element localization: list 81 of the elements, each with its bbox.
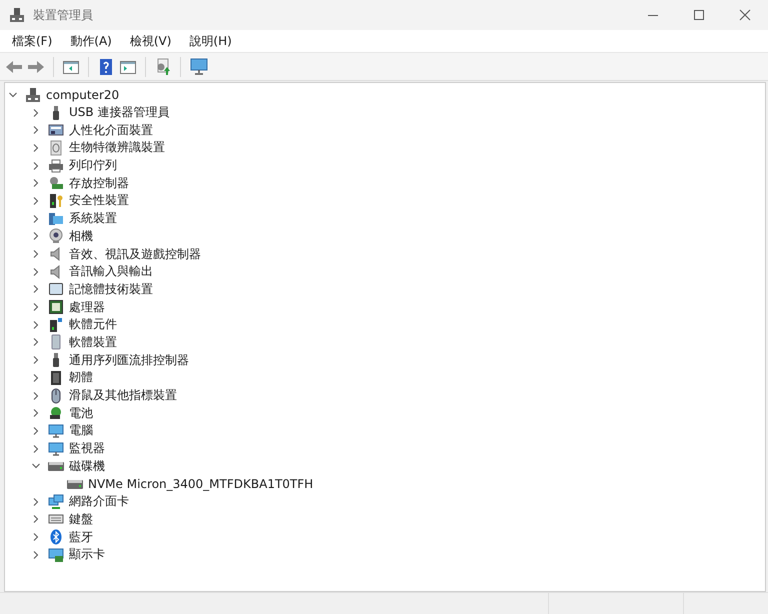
- tree-item[interactable]: 電腦: [68, 422, 94, 440]
- menu-item[interactable]: 動作(A): [62, 30, 120, 52]
- expand-chevron-icon[interactable]: [31, 426, 41, 436]
- expand-chevron-icon[interactable]: [31, 444, 41, 454]
- memory-card-icon: [48, 281, 64, 298]
- tree-item[interactable]: 系統裝置: [68, 210, 118, 228]
- expand-chevron-icon[interactable]: [31, 337, 41, 348]
- keyboard-mouse-icon: [48, 122, 64, 138]
- computer-icon: [25, 86, 41, 103]
- expand-chevron-icon[interactable]: [31, 214, 41, 224]
- computer-icon: [9, 7, 25, 23]
- maximize-icon: [693, 9, 705, 21]
- bluetooth-icon: [48, 529, 64, 546]
- help-icon: [97, 58, 115, 76]
- menu-item[interactable]: 說明(H): [181, 30, 240, 52]
- processor-icon: [48, 299, 64, 316]
- tree-item[interactable]: 人性化介面裝置: [68, 122, 154, 139]
- menu-item[interactable]: 檔案(F): [4, 30, 60, 52]
- expand-chevron-icon[interactable]: [31, 372, 41, 383]
- expand-chevron-icon[interactable]: [31, 178, 41, 188]
- monitor-icon: [48, 440, 64, 457]
- expand-chevron-icon[interactable]: [31, 249, 41, 260]
- expand-chevron-icon[interactable]: [31, 514, 41, 524]
- expand-chevron-icon[interactable]: [31, 284, 41, 294]
- tree-item[interactable]: 生物特徵辨識裝置: [68, 139, 166, 156]
- tree-item[interactable]: 記憶體技術裝置: [68, 280, 154, 298]
- tree-item[interactable]: 藍牙: [68, 528, 94, 546]
- tree-item[interactable]: 處理器: [68, 298, 106, 316]
- expand-chevron-icon[interactable]: [31, 196, 41, 206]
- tree-item[interactable]: 磁碟機: [68, 458, 106, 475]
- display-adapter-icon: [48, 546, 64, 563]
- tree-item[interactable]: NVMe Micron_3400_MTFDKBA1T0TFH: [87, 476, 314, 491]
- expand-chevron-icon[interactable]: [31, 125, 41, 136]
- expand-chevron-icon[interactable]: [31, 320, 41, 330]
- tree-item[interactable]: 網路介面卡: [68, 493, 130, 510]
- tree-item[interactable]: USB 連接器管理員: [68, 104, 170, 122]
- tree-item[interactable]: 音效、視訊及遊戲控制器: [68, 246, 202, 263]
- system-devices-icon: [48, 210, 64, 227]
- panel-icon: [62, 58, 80, 74]
- expand-chevron-icon[interactable]: [31, 355, 41, 366]
- security-key-icon: [48, 192, 64, 209]
- expand-chevron-icon[interactable]: [31, 302, 41, 312]
- expand-chevron-icon[interactable]: [31, 142, 41, 153]
- monitor-icon: [48, 422, 64, 439]
- fingerprint-icon: [48, 140, 64, 156]
- close-icon: [739, 9, 751, 21]
- printer-icon: [48, 158, 64, 174]
- back-arrow-icon: [5, 58, 23, 74]
- tree-item[interactable]: 軟體裝置: [68, 334, 118, 351]
- forward-arrow-icon: [27, 58, 45, 74]
- tree-item[interactable]: 滑鼠及其他指標裝置: [68, 387, 178, 404]
- expand-chevron-icon[interactable]: [31, 408, 41, 418]
- expand-chevron-icon[interactable]: [31, 550, 41, 560]
- tree-item[interactable]: 存放控制器: [68, 174, 130, 192]
- tree-item[interactable]: 監視器: [68, 440, 106, 458]
- menu-item[interactable]: 檢視(V): [122, 30, 180, 52]
- tree-item[interactable]: 韌體: [68, 369, 94, 386]
- tree-item[interactable]: 鍵盤: [68, 510, 94, 528]
- tree-item[interactable]: 軟體元件: [68, 316, 118, 334]
- tree-item[interactable]: 電池: [68, 404, 94, 422]
- tree-item[interactable]: computer20: [45, 88, 120, 102]
- tree-item[interactable]: 相機: [68, 228, 94, 245]
- panel-icon: [119, 58, 137, 74]
- tree-item[interactable]: 列印佇列: [68, 157, 118, 174]
- expand-chevron-icon[interactable]: [31, 231, 41, 242]
- window-title: 裝置管理員: [33, 6, 93, 24]
- expand-chevron-icon[interactable]: [31, 390, 41, 401]
- tree-item[interactable]: 音訊輸入與輸出: [68, 263, 154, 280]
- expand-chevron-icon[interactable]: [31, 496, 41, 507]
- expand-chevron-icon[interactable]: [31, 266, 41, 277]
- collapse-chevron-icon[interactable]: [8, 90, 18, 100]
- software-component-icon: [48, 316, 64, 333]
- expand-chevron-icon[interactable]: [31, 532, 41, 542]
- webcam-icon: [48, 228, 64, 244]
- expand-chevron-icon[interactable]: [31, 160, 41, 171]
- expand-chevron-icon[interactable]: [31, 108, 41, 118]
- network-icon: [48, 494, 64, 510]
- tree-item[interactable]: 安全性裝置: [68, 192, 130, 210]
- tree-item[interactable]: 顯示卡: [68, 546, 106, 564]
- monitor-icon: [189, 58, 209, 76]
- tree-item[interactable]: 通用序列匯流排控制器: [68, 352, 190, 369]
